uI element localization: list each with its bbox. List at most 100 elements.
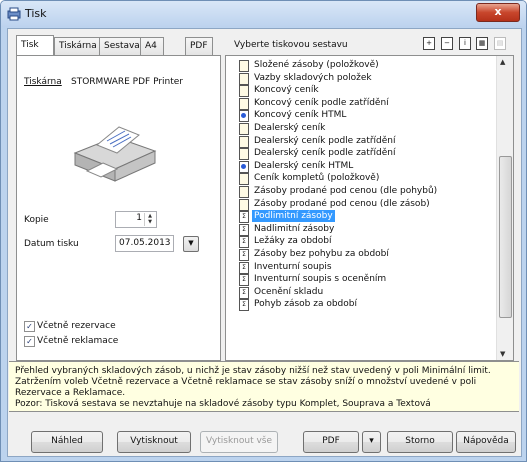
- report-list-scrollbar[interactable]: ▲ ▼: [496, 56, 513, 360]
- print-preview-icon[interactable]: ▦: [476, 37, 488, 50]
- preview-button[interactable]: Náhled: [31, 431, 103, 453]
- checkbox-reservation[interactable]: ✓: [24, 321, 35, 332]
- report-list-item-label: Nadlimitní zásoby: [254, 223, 335, 234]
- bracket-report-icon: Σ: [239, 261, 249, 274]
- tab-tisk[interactable]: Tisk: [16, 35, 54, 55]
- report-list-item[interactable]: Zásoby prodané pod cenou (dle zásob): [226, 198, 494, 211]
- report-list-item-label: Dealerský ceník podle zatřídění: [254, 135, 396, 146]
- report-list-item[interactable]: Složené zásoby (položkově): [226, 59, 494, 72]
- html-report-icon: [239, 110, 249, 123]
- scroll-down-icon[interactable]: ▼: [500, 350, 505, 358]
- html-report-icon: [239, 160, 249, 173]
- report-list-item-label: Složené zásoby (položkově): [254, 60, 379, 70]
- report-icon: [239, 198, 249, 211]
- copies-value: 1: [136, 213, 142, 223]
- title-bar: Tisk x: [1, 1, 526, 27]
- report-list-item-label: Koncový ceník podle zatřídění: [254, 97, 389, 108]
- report-icon: [239, 173, 249, 186]
- print-date-label: Datum tisku: [24, 239, 79, 249]
- report-list-item-label: Koncový ceník: [254, 85, 319, 96]
- report-list-item[interactable]: Dealerský ceník podle zatřídění: [226, 147, 494, 161]
- printer-illustration: [73, 126, 157, 182]
- report-list-item[interactable]: Dealerský ceník HTML: [226, 160, 494, 173]
- report-list-item-label: Inventurní soupis s oceněním: [254, 274, 387, 285]
- stepper-arrows-icon[interactable]: ▲ ▼: [144, 213, 155, 226]
- scrollbar-thumb[interactable]: [499, 156, 512, 318]
- checkbox-complaint-label: Včetně reklamace: [37, 336, 119, 346]
- tab-pdf[interactable]: PDF: [185, 37, 213, 55]
- printer-label[interactable]: Tiskárna: [24, 77, 62, 87]
- tab-tiskarna[interactable]: Tiskárna: [54, 37, 100, 55]
- report-list-item-label: Ležáky za období: [254, 236, 332, 247]
- report-icon: [239, 186, 249, 198]
- report-list-item[interactable]: Koncový ceník: [226, 84, 494, 98]
- report-list-header: Vyberte tiskovou sestavu: [234, 40, 348, 50]
- date-picker-button[interactable]: ▼: [183, 236, 199, 252]
- report-list-item-label: Zásoby bez pohybu za období: [254, 249, 389, 259]
- report-list[interactable]: Σ Pohyb zásob za období Σ Ocenění skladu Σ In…: [225, 55, 514, 361]
- report-list-item-label: Inventurní soupis: [254, 261, 332, 272]
- report-icon: [239, 60, 249, 72]
- report-list-item[interactable]: Vazby skladových položek: [226, 72, 494, 85]
- printer-name: STORMWARE PDF Printer: [71, 77, 184, 87]
- info-icon[interactable]: i: [459, 37, 471, 50]
- copies-stepper[interactable]: 1 ▲ ▼: [115, 211, 157, 228]
- print-button[interactable]: Vytisknout: [117, 431, 191, 453]
- report-list-item[interactable]: Ceník kompletů (položkově): [226, 172, 494, 186]
- report-list-item-label: Pohyb zásob za období: [254, 299, 357, 310]
- description-line-2: Zatržením voleb Včetně rezervace a Včetn…: [15, 377, 477, 398]
- pdf-dropdown-button[interactable]: ▾: [362, 431, 381, 453]
- close-button[interactable]: x: [476, 3, 520, 22]
- description-line-1: Přehled vybraných skladových zásob, u ni…: [15, 366, 491, 376]
- scroll-up-icon[interactable]: ▲: [500, 58, 505, 66]
- cancel-button[interactable]: Storno: [387, 431, 453, 453]
- print-date-field[interactable]: 07.05.2013: [115, 235, 174, 252]
- report-list-item[interactable]: Dealerský ceník podle zatřídění: [226, 135, 494, 148]
- copies-label: Kopie: [24, 215, 49, 225]
- report-list-item[interactable]: Σ Ocenění skladu: [226, 286, 494, 299]
- report-list-item[interactable]: Koncový ceník HTML: [226, 109, 494, 123]
- window-title: Tisk: [25, 7, 47, 20]
- pdf-button[interactable]: PDF: [303, 431, 359, 453]
- report-list-item[interactable]: Σ Podlimitní zásoby: [226, 210, 494, 224]
- report-list-item[interactable]: Koncový ceník podle zatřídění: [226, 97, 494, 110]
- report-list-item[interactable]: Σ Nadlimitní zásoby: [226, 223, 494, 236]
- report-list-item-label: Dealerský ceník: [254, 123, 326, 133]
- report-list-item[interactable]: Σ Pohyb zásob za období: [226, 298, 494, 312]
- report-icon: [239, 148, 249, 161]
- tab-sestava[interactable]: Sestava: [99, 37, 141, 55]
- bracket-report-icon: Σ: [239, 299, 249, 312]
- report-list-item-label: Zásoby prodané pod cenou (dle pohybů): [254, 186, 438, 196]
- report-list-item-label: Ceník kompletů (položkově): [254, 173, 380, 184]
- report-icon: [239, 123, 249, 135]
- grid-icon[interactable]: ▤: [494, 37, 506, 50]
- report-list-item[interactable]: Σ Zásoby bez pohybu za období: [226, 248, 494, 261]
- report-list-item[interactable]: Σ Ležáky za období: [226, 235, 494, 249]
- report-list-item-label: Koncový ceník HTML: [254, 110, 347, 121]
- report-list-item[interactable]: Dealerský ceník: [226, 122, 494, 135]
- print-dialog: Tisk x Tisk Tiskárna Sestava A4 PDF Tisk…: [0, 0, 527, 462]
- report-icon: [239, 85, 249, 98]
- tab-a4[interactable]: A4: [140, 37, 164, 55]
- dialog-body: Tisk Tiskárna Sestava A4 PDF Tiskárna ST…: [7, 28, 522, 457]
- report-list-item-label: Ocenění skladu: [254, 286, 324, 297]
- report-list-item[interactable]: Σ Inventurní soupis s oceněním: [226, 273, 494, 287]
- checkbox-reservation-label: Včetně rezervace: [37, 321, 116, 331]
- report-list-item-label: Podlimitní zásoby: [252, 210, 335, 223]
- bracket-report-icon: Σ: [239, 274, 249, 287]
- report-icon: [239, 72, 249, 85]
- print-all-button[interactable]: Vytisknout vše: [200, 431, 278, 453]
- button-bar: Náhled Vytisknout Vytisknout vše PDF ▾ S…: [8, 414, 521, 456]
- bracket-report-icon: Σ: [239, 223, 249, 236]
- print-settings-panel: Tiskárna STORMWARE PDF Printer Kopie 1 ▲…: [16, 55, 221, 361]
- report-list-item[interactable]: Σ Inventurní soupis: [226, 261, 494, 274]
- checkbox-complaint[interactable]: ✓: [24, 336, 35, 347]
- bracket-report-icon: Σ: [239, 249, 249, 261]
- report-list-item-label: Vazby skladových položek: [254, 72, 372, 83]
- expand-icon[interactable]: +: [423, 37, 435, 50]
- collapse-icon[interactable]: −: [441, 37, 453, 50]
- report-list-item-label: Dealerský ceník podle zatřídění: [254, 148, 396, 159]
- report-list-item[interactable]: Zásoby prodané pod cenou (dle pohybů): [226, 185, 494, 198]
- bracket-report-icon: Σ: [239, 211, 249, 224]
- help-button[interactable]: Nápověda: [456, 431, 516, 453]
